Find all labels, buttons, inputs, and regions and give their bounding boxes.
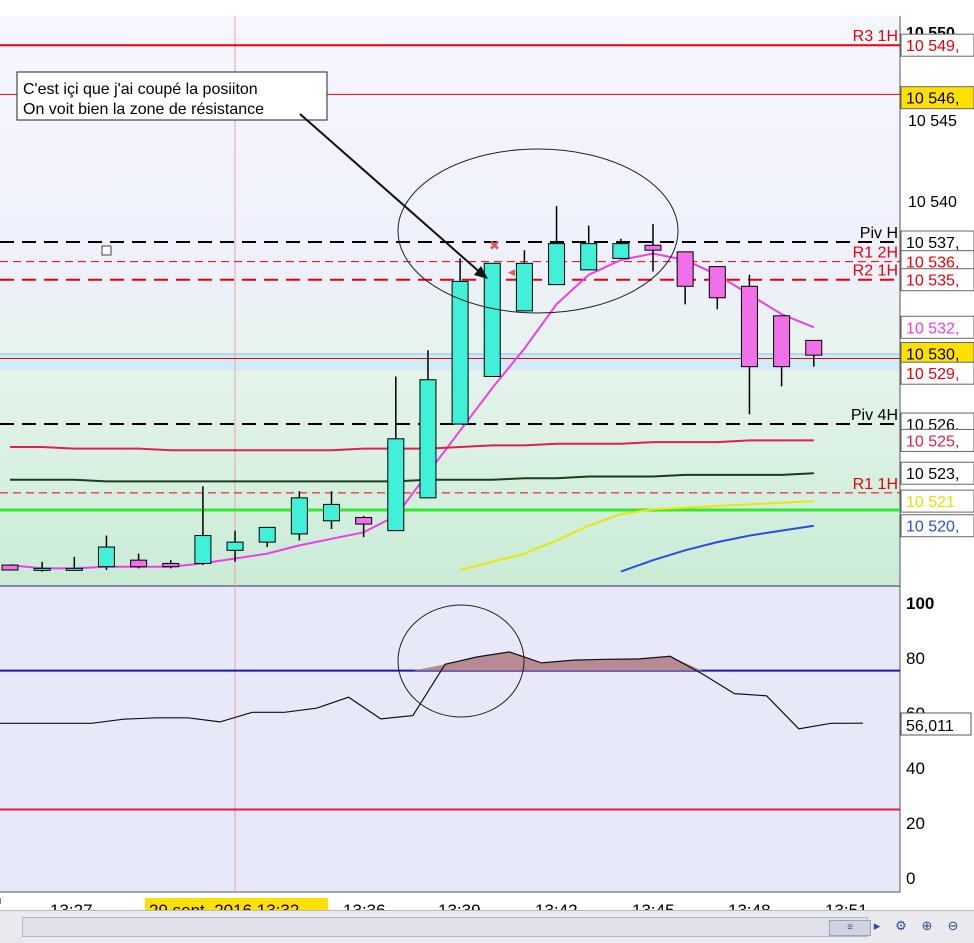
y-tick-label: 10 545	[908, 113, 957, 130]
level-label: Piv 4H	[851, 407, 898, 424]
osc-last-value: 56,011	[906, 718, 954, 735]
candle-body	[323, 503, 340, 522]
candle-body	[65, 567, 83, 571]
axis-price-label: 10 532,	[906, 320, 959, 337]
candle-body	[1, 564, 19, 571]
oscillator-panel-bg	[0, 587, 900, 892]
candle-body	[33, 567, 51, 571]
candle-body	[773, 315, 791, 368]
axis-price-label: 10 530,	[906, 347, 959, 364]
candle-body	[612, 243, 630, 259]
candle-body	[419, 379, 437, 499]
candle-body	[515, 262, 533, 312]
current-price-band	[0, 354, 900, 370]
candle-body	[676, 251, 694, 287]
axis-price-label: 10 535,	[906, 273, 959, 290]
osc-tick-label: 20	[906, 814, 925, 833]
axis-price-label: 10 525,	[906, 433, 959, 450]
bottom-toolbar: ≡ ▸ ⚙ ⊕ ⊖	[0, 910, 974, 943]
chart-settings-icon[interactable]: ⚙	[892, 917, 910, 935]
horizontal-scrollbar[interactable]: ≡	[22, 917, 871, 937]
trading-chart[interactable]: R3 1H Piv H R1 2HR2 1H Piv 4H R1 1H ✖ ◀ C'es…	[0, 0, 974, 942]
stop-marker-icon: ✖	[489, 238, 500, 253]
candle-body	[194, 535, 212, 564]
level-label: Piv H	[860, 225, 898, 242]
candle-body	[226, 541, 244, 551]
scrollbar-thumb[interactable]: ≡	[829, 920, 871, 936]
osc-tick-label: 0	[906, 869, 915, 888]
candle-body	[290, 497, 308, 535]
candle-body	[97, 546, 115, 568]
level-label: R1 1H	[853, 476, 898, 493]
osc-tick-label: 100	[906, 594, 934, 613]
annotation-line-1: C'est içi que j'ai coupé la posiiton	[23, 81, 258, 98]
candle-body	[258, 526, 276, 543]
candle-body	[708, 266, 726, 299]
axis-price-label: 10 523,	[906, 466, 959, 483]
axis-price-label: 10 549,	[906, 38, 959, 55]
candle-body	[580, 243, 598, 271]
candle-body	[740, 285, 758, 368]
osc-tick-label: 80	[906, 649, 925, 668]
zoom-icon[interactable]: ⊕	[918, 917, 936, 935]
level-label: R3 1H	[853, 28, 898, 45]
candle-body	[805, 339, 823, 356]
candle-body	[644, 244, 662, 251]
annotation-line-2: On voit bien la zone de résistance	[23, 101, 264, 118]
candle-body	[548, 243, 566, 286]
candle-body	[387, 438, 405, 532]
axis-price-label: 10 537,	[906, 235, 959, 252]
candle-body	[162, 562, 180, 568]
axis-price-label: 10 520,	[906, 519, 959, 536]
candle-body	[451, 280, 469, 425]
level-label: R2 1H	[853, 263, 898, 280]
axis-price-label: 10 521	[906, 494, 955, 511]
arrow-marker-icon: ◀	[508, 267, 515, 277]
candle-body	[355, 517, 373, 525]
level-label: R1 2H	[853, 245, 898, 262]
axis-price-label: 10 529,	[906, 366, 959, 383]
y-tick-label: 10 540	[908, 194, 957, 211]
osc-tick-label: 40	[906, 759, 925, 778]
scroll-right-icon[interactable]: ▸	[868, 917, 886, 935]
zoom-out-icon[interactable]: ⊖	[944, 917, 962, 935]
marker-square	[101, 245, 112, 256]
axis-price-label: 10 546,	[906, 91, 959, 108]
candle-body	[483, 262, 501, 377]
candle-body	[130, 559, 148, 568]
